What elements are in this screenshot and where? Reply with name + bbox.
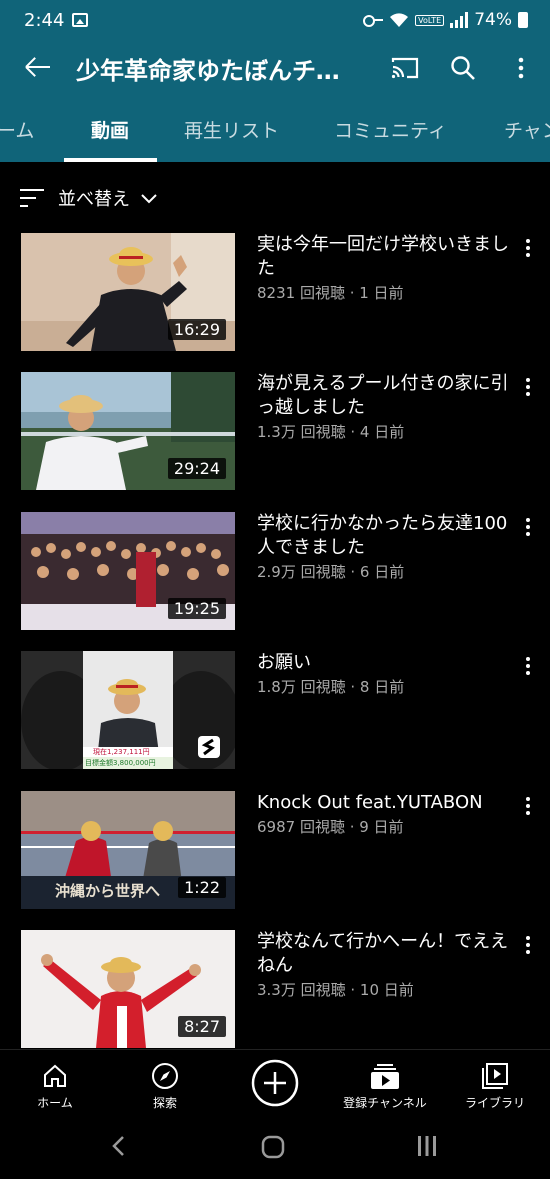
video-meta: 1.8万 回視聴 · 8 日前 (257, 678, 405, 696)
video-thumbnail[interactable]: 現在1,237,111円 目標金額3,800,000円 (21, 651, 235, 769)
active-tab-indicator (64, 158, 157, 162)
tab-community[interactable]: コミュニティ (334, 96, 447, 162)
more-options-icon[interactable] (492, 40, 550, 96)
sort-icon (20, 189, 44, 207)
library-icon (481, 1058, 509, 1094)
thumbnail-goal-target: 目標金額3,800,000円 (85, 759, 156, 767)
nav-subscriptions-label: 登録チャンネル (343, 1096, 427, 1110)
status-time: 2:44 (24, 9, 65, 31)
video-item[interactable]: 現在1,237,111円 目標金額3,800,000円 お願い 1.8万 回視聴… (0, 651, 550, 771)
video-item[interactable]: 沖縄から世界へ 1:22 Knock Out feat.YUTABON 6987… (0, 791, 550, 911)
video-meta: 6987 回視聴 · 9 日前 (257, 818, 404, 836)
system-navigation-bar (0, 1114, 550, 1179)
video-duration: 19:25 (167, 598, 226, 619)
bottom-navigation: ホーム 探索 登録チャンネル ライブラリ (0, 1049, 550, 1114)
video-meta: 3.3万 回視聴 · 10 日前 (257, 981, 414, 999)
nav-home[interactable]: ホーム (20, 1050, 90, 1115)
tab-home[interactable]: ホーム (0, 96, 34, 162)
video-meta: 8231 回視聴 · 1 日前 (257, 284, 404, 302)
video-title[interactable]: 海が見えるプール付きの家に引っ越しました (257, 372, 515, 420)
key-icon (363, 15, 384, 27)
video-thumbnail[interactable]: 16:29 (21, 233, 235, 351)
subscriptions-icon (370, 1058, 400, 1094)
signal-icon (450, 12, 469, 28)
video-menu-icon[interactable] (520, 795, 536, 817)
video-title[interactable]: Knock Out feat.YUTABON (257, 791, 515, 815)
channel-tabs: ホーム 動画 再生リスト コミュニティ チャンネル (0, 96, 550, 162)
video-menu-icon[interactable] (520, 516, 536, 538)
video-title[interactable]: 学校に行かなかったら友達100人できました (257, 512, 515, 560)
video-title[interactable]: お願い (257, 651, 515, 675)
nav-library[interactable]: ライブラリ (455, 1050, 535, 1115)
thumbnail-caption: 沖縄から世界へ (55, 882, 161, 900)
sort-label: 並べ替え (58, 189, 130, 210)
cast-icon[interactable] (376, 40, 434, 96)
video-thumbnail[interactable]: 29:24 (21, 372, 235, 490)
volte-icon: VoLTE (415, 14, 445, 26)
home-nav-icon[interactable] (261, 1135, 285, 1159)
nav-explore[interactable]: 探索 (130, 1050, 200, 1115)
wifi-icon (390, 13, 409, 27)
video-duration: 29:24 (167, 458, 226, 479)
video-menu-icon[interactable] (520, 655, 536, 677)
recents-nav-icon[interactable] (416, 1135, 438, 1157)
video-duration: 16:29 (167, 319, 226, 340)
back-nav-icon[interactable] (110, 1134, 128, 1158)
nav-subscriptions[interactable]: 登録チャンネル (335, 1050, 435, 1115)
video-item[interactable]: 19:25 学校に行かなかったら友達100人できました 2.9万 回視聴 · 6… (0, 512, 550, 632)
video-menu-icon[interactable] (520, 934, 536, 956)
video-meta: 2.9万 回視聴 · 6 日前 (257, 563, 405, 581)
nav-home-label: ホーム (37, 1096, 73, 1110)
gallery-notification-icon (72, 13, 89, 27)
tab-videos[interactable]: 動画 (91, 96, 129, 162)
video-thumbnail[interactable]: 沖縄から世界へ 1:22 (21, 791, 235, 909)
video-thumbnail[interactable]: 8:27 (21, 930, 235, 1048)
video-title[interactable]: 実は今年一回だけ学校いきました (257, 233, 515, 281)
video-meta: 1.3万 回視聴 · 4 日前 (257, 423, 405, 441)
video-item[interactable]: 8:27 学校なんて行かへーん！でええねん 3.3万 回視聴 · 10 日前 (0, 930, 550, 1050)
tab-playlists[interactable]: 再生リスト (184, 96, 279, 162)
add-icon (251, 1058, 299, 1108)
video-duration: 8:27 (178, 1016, 226, 1037)
video-menu-icon[interactable] (520, 237, 536, 259)
video-thumbnail[interactable]: 19:25 (21, 512, 235, 630)
video-item[interactable]: 16:29 実は今年一回だけ学校いきました 8231 回視聴 · 1 日前 (0, 233, 550, 353)
search-icon[interactable] (434, 40, 492, 96)
nav-library-label: ライブラリ (464, 1096, 525, 1110)
sort-button[interactable]: 並べ替え (20, 181, 158, 215)
status-bar: 2:44 VoLTE 74% (0, 0, 550, 40)
battery-icon (518, 12, 528, 28)
nav-explore-label: 探索 (152, 1096, 177, 1110)
app-bar: 少年革命家ゆたぼんチャンネル (0, 40, 550, 96)
home-icon (42, 1058, 68, 1094)
tab-channels[interactable]: チャンネル (504, 96, 550, 162)
video-title[interactable]: 学校なんて行かへーん！でええねん (257, 930, 515, 978)
back-arrow-icon[interactable] (0, 40, 76, 96)
thumbnail-goal-current: 現在1,237,111円 (93, 748, 150, 756)
chevron-down-icon (141, 194, 157, 204)
nav-create[interactable] (245, 1050, 305, 1115)
video-menu-icon[interactable] (520, 376, 536, 398)
compass-icon (151, 1058, 179, 1094)
battery-percent: 74% (474, 10, 512, 30)
video-item[interactable]: 29:24 海が見えるプール付きの家に引っ越しました 1.3万 回視聴 · 4 … (0, 372, 550, 492)
channel-title: 少年革命家ゆたぼんチャンネル (76, 56, 361, 85)
video-duration: 1:22 (178, 877, 226, 898)
